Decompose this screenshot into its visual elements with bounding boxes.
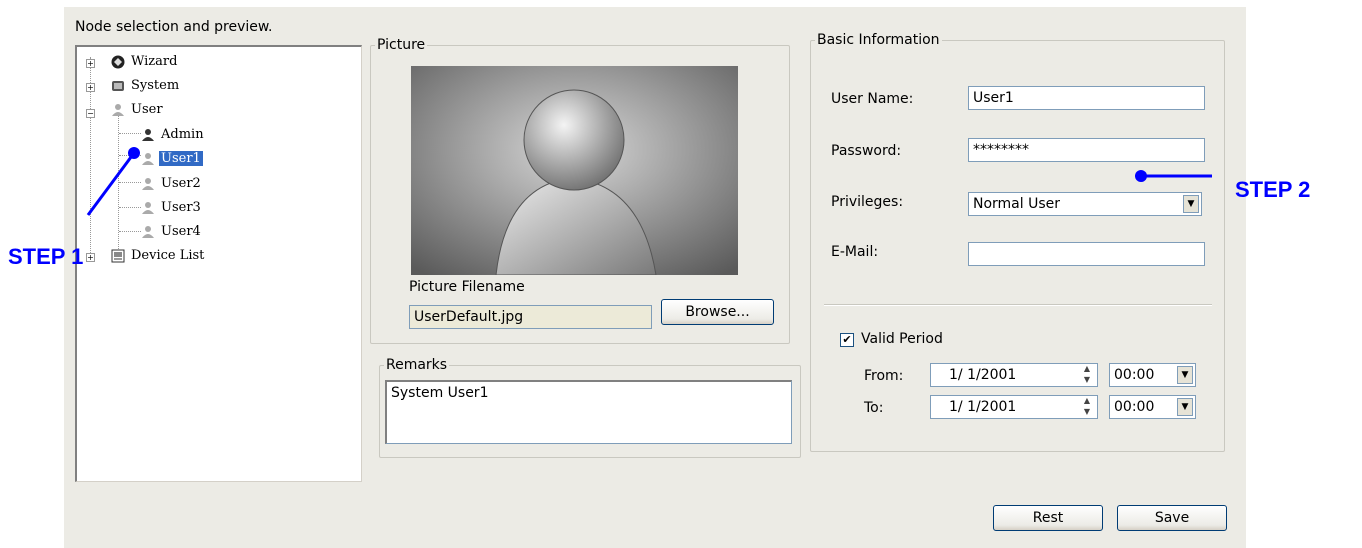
step1-pointer-dot <box>128 147 140 159</box>
step1-label: STEP 1 <box>8 244 84 269</box>
step1-pointer-line <box>86 152 136 216</box>
annotation-layer <box>86 147 1212 216</box>
step2-label: STEP 2 <box>1235 177 1311 202</box>
step2-pointer-dot <box>1135 170 1147 182</box>
